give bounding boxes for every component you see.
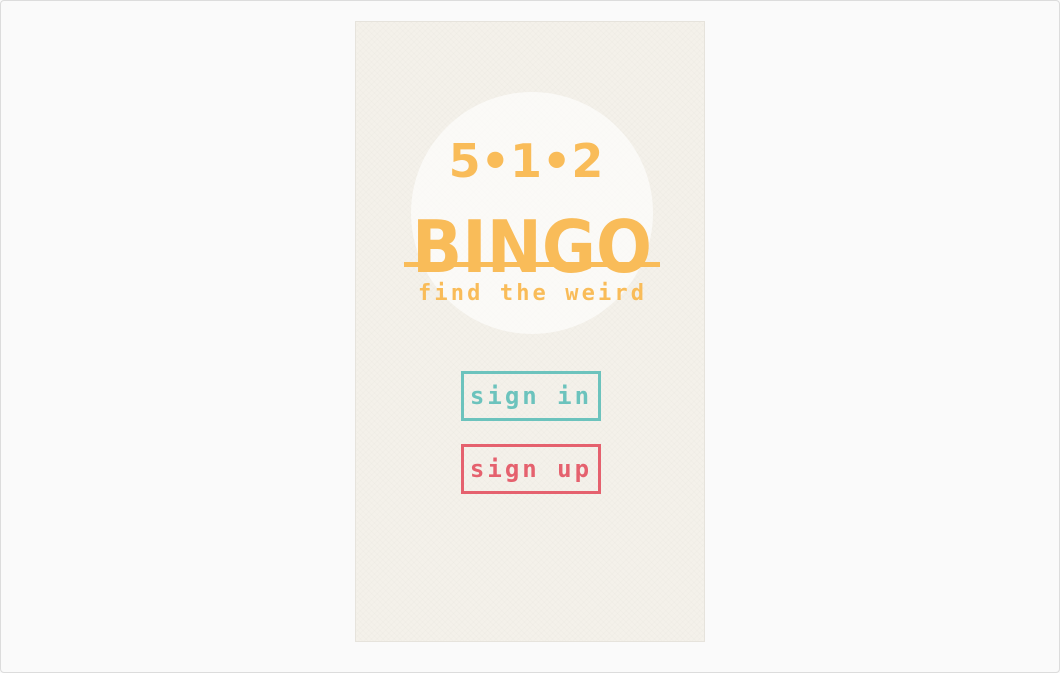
logo-underline	[404, 262, 660, 267]
sign-in-button[interactable]: sign in	[461, 371, 601, 421]
logo-title: BINGO	[412, 205, 652, 289]
phone-screen: 5•1•2 BINGO find the weird sign in sign …	[355, 21, 705, 642]
sign-up-button[interactable]: sign up	[461, 444, 601, 494]
logo-number: 5•1•2	[449, 134, 604, 188]
app-logo: 5•1•2 BINGO find the weird	[404, 134, 660, 306]
